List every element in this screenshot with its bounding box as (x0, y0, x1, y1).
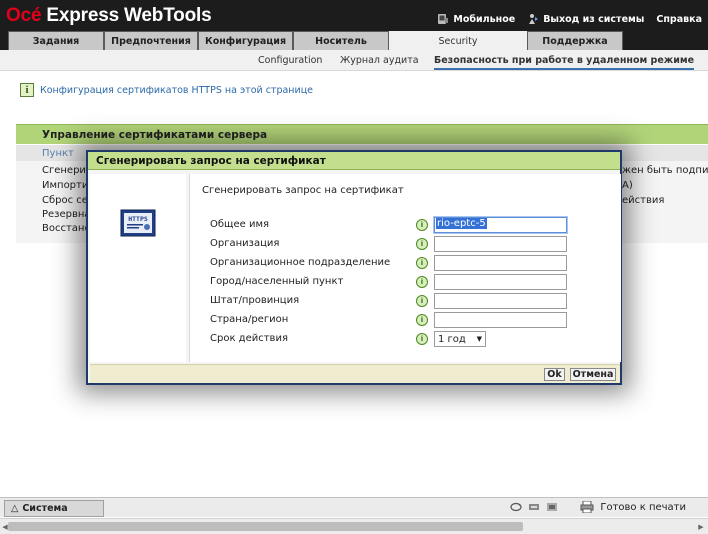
svg-text:HTTPS: HTTPS (128, 215, 148, 223)
section-title: Управление сертификатами сервера (16, 124, 708, 144)
logout-link[interactable]: Выход из системы (527, 13, 644, 25)
help-icon[interactable]: i (416, 314, 428, 326)
tab-security-label: Security (438, 36, 478, 47)
action-description: ействия (622, 195, 665, 206)
header-links: Мобильное Выход из системы Справка (437, 13, 702, 25)
field-label: Организационное подразделение (210, 257, 391, 268)
status-area: Готово к печати (510, 501, 686, 513)
cancel-button[interactable]: Отмена (570, 368, 616, 381)
ok-button[interactable]: Ok (544, 368, 565, 381)
app-logo: Océ Express WebTools (6, 5, 212, 26)
field-label: Город/населенный пункт (210, 276, 344, 287)
subnav-remote-security[interactable]: Безопасность при работе в удаленном режи… (434, 55, 695, 70)
info-message: i Конфигурация сертификатов HTTPS на это… (20, 83, 313, 97)
help-icon[interactable]: i (416, 238, 428, 250)
field-state: Штат/провинция i (210, 293, 620, 309)
dialog-subtitle: Сгенерировать запрос на сертификат (202, 185, 404, 196)
field-label: Общее имя (210, 219, 269, 230)
common-name-input[interactable]: rio-eptc-5 (434, 217, 567, 233)
help-link-label: Справка (656, 13, 702, 25)
app-header: Océ Express WebTools Мобильное Выход из … (0, 0, 708, 31)
dialog-footer: Ok Отмена (90, 364, 620, 383)
help-icon[interactable]: i (416, 257, 428, 269)
validity-value: 1 год (438, 333, 466, 345)
organization-input[interactable] (434, 236, 567, 252)
field-city: Город/населенный пункт i (210, 274, 620, 290)
tab-jobs-label: Задания (32, 35, 80, 47)
generate-csr-dialog: Сгенерировать запрос на сертификат HTTPS… (86, 150, 622, 385)
scroll-right-arrow[interactable]: ▶ (696, 521, 706, 532)
help-icon[interactable]: i (416, 295, 428, 307)
dialog-title: Сгенерировать запрос на сертификат (88, 152, 620, 170)
tab-support[interactable]: Поддержка (527, 31, 623, 50)
subnav-configuration[interactable]: Configuration (258, 55, 322, 66)
field-validity: Срок действия i 1 год ▼ (210, 331, 620, 347)
tab-security[interactable]: Security (389, 31, 527, 51)
validity-select[interactable]: 1 год ▼ (434, 331, 486, 347)
action-description: жен быть подписа (622, 165, 708, 176)
field-label: Страна/регион (210, 314, 289, 325)
info-icon: i (20, 83, 34, 97)
logout-icon (529, 14, 539, 24)
chevron-down-icon: ▼ (476, 335, 482, 343)
state-input[interactable] (434, 293, 567, 309)
settings-icon[interactable] (546, 502, 558, 512)
refresh-icon[interactable] (510, 502, 522, 512)
tab-media[interactable]: Носитель (293, 31, 389, 50)
system-tab-label: Система (22, 503, 68, 514)
printer-status: Готово к печати (600, 501, 686, 513)
tab-preferences-label: Предпочтения (111, 35, 191, 47)
tab-preferences[interactable]: Предпочтения (104, 31, 198, 50)
city-input[interactable] (434, 274, 567, 290)
network-icon[interactable] (528, 502, 540, 512)
help-icon[interactable]: i (416, 276, 428, 288)
help-link[interactable]: Справка (656, 13, 702, 25)
tab-configuration-label: Конфигурация (204, 35, 287, 47)
country-input[interactable] (434, 312, 567, 328)
tab-configuration[interactable]: Конфигурация (198, 31, 293, 50)
tab-support-label: Поддержка (542, 35, 608, 47)
logout-link-label: Выход из системы (543, 13, 645, 25)
field-label: Штат/провинция (210, 295, 300, 306)
status-bar: △ Система Готово к печати (0, 497, 708, 517)
help-icon[interactable]: i (416, 219, 428, 231)
field-org-unit: Организационное подразделение i (210, 255, 620, 271)
printer-icon (580, 501, 594, 513)
mobile-icon (438, 14, 449, 24)
action-row[interactable]: Сгенерир (42, 165, 92, 176)
mobile-link-label: Мобильное (453, 13, 516, 25)
triangle-up-icon: △ (11, 503, 19, 514)
dialog-form: Сгенерировать запрос на сертификат Общее… (189, 174, 621, 362)
org-unit-input[interactable] (434, 255, 567, 271)
dialog-icon-panel: HTTPS (90, 174, 186, 362)
https-certificate-icon: HTTPS (120, 209, 156, 237)
sub-navigation: Configuration Журнал аудита Безопасность… (0, 50, 708, 71)
scroll-thumb[interactable] (8, 522, 523, 531)
action-row[interactable]: Импорти (42, 180, 88, 191)
main-tabbar: Задания Предпочтения Конфигурация Носите… (0, 31, 708, 51)
horizontal-scrollbar[interactable]: ◀ ▶ (0, 518, 708, 534)
help-icon[interactable]: i (416, 333, 428, 345)
tab-media-label: Носитель (315, 35, 367, 47)
system-tab[interactable]: △ Система (4, 500, 104, 517)
mobile-link[interactable]: Мобильное (437, 13, 515, 25)
action-row[interactable]: Резервна (42, 209, 91, 220)
field-country: Страна/регион i (210, 312, 620, 328)
action-description: А) (622, 180, 633, 191)
info-text: Конфигурация сертификатов HTTPS на этой … (40, 84, 314, 96)
field-organization: Организация i (210, 236, 620, 252)
action-row[interactable]: Восстано (42, 223, 91, 234)
tab-jobs[interactable]: Задания (8, 31, 104, 50)
field-label: Срок действия (210, 333, 288, 344)
field-label: Организация (210, 238, 280, 249)
field-common-name: Общее имя i rio-eptc-5 (210, 217, 620, 233)
subnav-audit-log[interactable]: Журнал аудита (340, 55, 419, 66)
